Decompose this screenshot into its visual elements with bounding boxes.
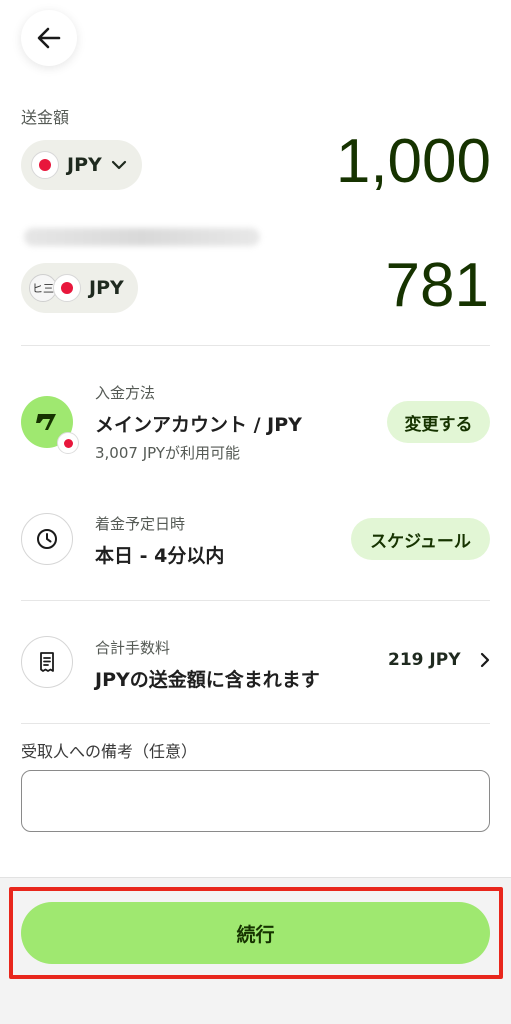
- highlight-box: [9, 887, 503, 979]
- send-amount-label: 送金額: [21, 108, 70, 127]
- back-button[interactable]: [21, 10, 77, 66]
- send-amount-value[interactable]: 1,000: [336, 126, 491, 197]
- note-input[interactable]: [21, 770, 490, 832]
- receipt-icon-wrap: [21, 636, 73, 688]
- payment-method-title: メインアカウント / JPY: [95, 414, 302, 436]
- schedule-button[interactable]: スケジュール: [351, 518, 490, 560]
- blurred-exchange-rate: [24, 228, 260, 246]
- payment-method-icon-wrap: [21, 396, 79, 454]
- clock-icon: [37, 529, 57, 549]
- chevron-right-icon: [480, 652, 489, 668]
- japan-flag-icon: [53, 274, 81, 302]
- arrow-left-icon: [37, 27, 61, 49]
- divider: [21, 723, 490, 724]
- fees-label: 合計手数料: [95, 639, 171, 657]
- fees-detail-link[interactable]: 219 JPY: [388, 650, 493, 670]
- receive-currency-code: JPY: [89, 277, 124, 299]
- receive-currency-display: ヒ三 JPY: [21, 263, 138, 313]
- receive-amount-value[interactable]: 781: [386, 250, 489, 321]
- divider: [21, 345, 490, 346]
- arrival-title: 本日 - 4分以内: [95, 545, 225, 567]
- send-currency-selector[interactable]: JPY: [21, 140, 142, 190]
- note-label: 受取人への備考（任意）: [21, 742, 198, 761]
- payment-method-balance: 3,007 JPYが利用可能: [95, 444, 241, 462]
- change-payment-button[interactable]: 変更する: [387, 401, 490, 443]
- send-currency-code: JPY: [67, 154, 102, 176]
- payment-method-label: 入金方法: [95, 384, 156, 402]
- chevron-down-icon: [111, 160, 126, 170]
- clock-icon-wrap: [21, 513, 73, 565]
- divider: [21, 600, 490, 601]
- arrival-label: 着金予定日時: [95, 515, 186, 533]
- fees-title: JPYの送金額に含まれます: [95, 669, 320, 691]
- japan-flag-icon: [31, 151, 59, 179]
- japan-flag-icon: [57, 432, 79, 454]
- receipt-icon: [40, 652, 54, 672]
- fees-value: 219 JPY: [388, 650, 461, 670]
